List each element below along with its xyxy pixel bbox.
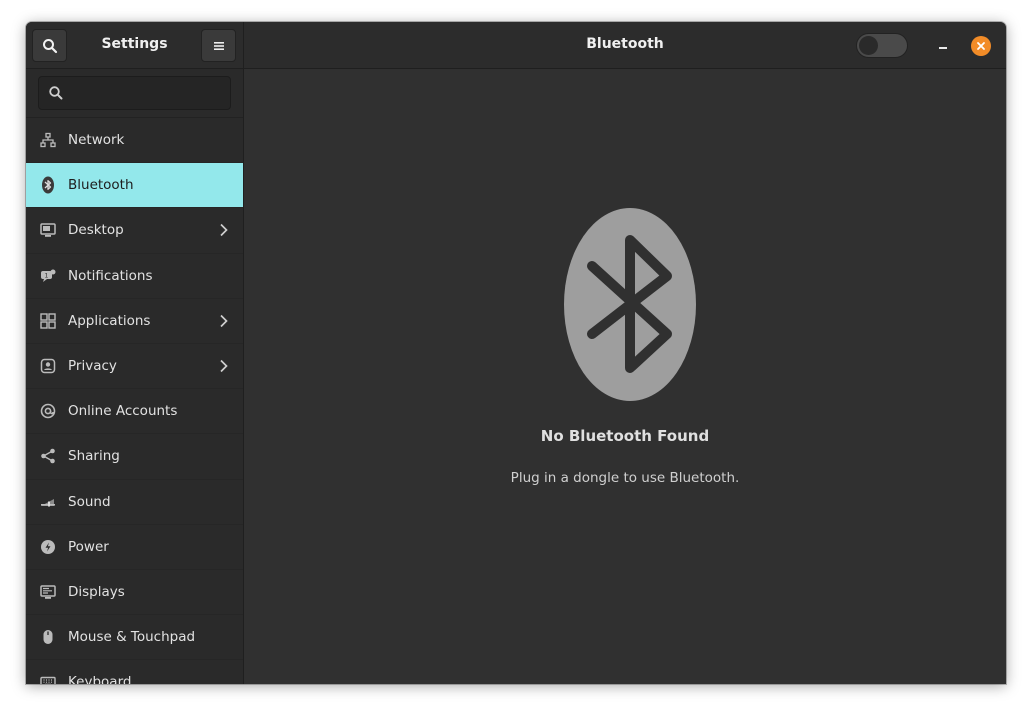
keyboard-icon bbox=[39, 673, 57, 684]
sidebar-item-displays[interactable]: Displays bbox=[26, 570, 243, 616]
bluetooth-toggle[interactable] bbox=[856, 33, 908, 58]
chevron-right-icon bbox=[220, 314, 228, 327]
desktop-icon bbox=[39, 221, 57, 239]
search-icon bbox=[42, 38, 57, 53]
sidebar-item-label: Online Accounts bbox=[68, 403, 178, 420]
chevron-right-icon bbox=[220, 359, 228, 373]
sidebar-item-label: Privacy bbox=[68, 358, 117, 375]
search-input[interactable] bbox=[71, 77, 226, 109]
search-field[interactable] bbox=[38, 76, 231, 110]
sidebar-item-notifications[interactable]: 1 Notifications bbox=[26, 254, 243, 299]
power-icon bbox=[39, 538, 57, 556]
search-icon bbox=[49, 86, 63, 100]
network-icon bbox=[39, 131, 57, 149]
display-icon bbox=[39, 583, 57, 601]
close-icon bbox=[977, 42, 985, 50]
close-button[interactable] bbox=[971, 36, 991, 56]
privacy-icon bbox=[39, 357, 57, 375]
sidebar-item-online-accounts[interactable]: Online Accounts bbox=[26, 389, 243, 435]
sidebar-item-label: Mouse & Touchpad bbox=[68, 629, 196, 646]
sidebar-item-label: Displays bbox=[68, 583, 125, 600]
chevron-right-icon bbox=[220, 224, 228, 237]
sidebar-item-sharing[interactable]: Sharing bbox=[26, 434, 243, 480]
sidebar-title: Settings bbox=[101, 36, 168, 52]
sidebar-item-label: Applications bbox=[68, 312, 151, 329]
hamburger-icon bbox=[213, 41, 224, 50]
sidebar-item-label: Keyboard bbox=[68, 674, 132, 684]
empty-state-description: Plug in a dongle to use Bluetooth. bbox=[510, 470, 740, 486]
main-header: Bluetooth bbox=[244, 22, 1006, 69]
sidebar-item-label: Power bbox=[68, 538, 109, 555]
bluetooth-large-icon bbox=[564, 208, 696, 401]
sidebar: Settings Network Bluetooth Desktop 1 Not… bbox=[26, 22, 244, 684]
sidebar-item-label: Notifications bbox=[68, 267, 153, 284]
sidebar-item-label: Network bbox=[68, 132, 125, 149]
sidebar-item-sound[interactable]: Sound bbox=[26, 480, 243, 525]
toggle-knob bbox=[859, 36, 878, 55]
sidebar-item-network[interactable]: Network bbox=[26, 118, 243, 164]
sidebar-item-mouse-touchpad[interactable]: Mouse & Touchpad bbox=[26, 615, 243, 661]
sidebar-item-bluetooth[interactable]: Bluetooth bbox=[26, 163, 243, 209]
sidebar-nav: Network Bluetooth Desktop 1 Notification… bbox=[26, 117, 243, 684]
search-button[interactable] bbox=[32, 29, 67, 62]
sidebar-item-desktop[interactable]: Desktop bbox=[26, 208, 243, 254]
at-sign-icon bbox=[39, 402, 57, 420]
sound-icon bbox=[39, 493, 57, 511]
sidebar-item-label: Sharing bbox=[68, 448, 120, 465]
svg-text:1: 1 bbox=[45, 272, 49, 279]
minimize-icon[interactable] bbox=[934, 36, 952, 54]
sidebar-item-privacy[interactable]: Privacy bbox=[26, 344, 243, 390]
sidebar-item-power[interactable]: Power bbox=[26, 525, 243, 570]
mouse-icon bbox=[39, 628, 57, 646]
menu-button[interactable] bbox=[201, 29, 236, 62]
sidebar-item-applications[interactable]: Applications bbox=[26, 299, 243, 344]
sidebar-item-label: Sound bbox=[68, 493, 111, 510]
share-icon bbox=[39, 447, 57, 465]
sidebar-item-label: Desktop bbox=[68, 222, 124, 239]
bluetooth-icon bbox=[39, 176, 57, 194]
applications-icon bbox=[39, 312, 57, 330]
empty-state-title: No Bluetooth Found bbox=[540, 427, 710, 445]
bluetooth-panel: No Bluetooth Found Plug in a dongle to u… bbox=[244, 69, 1006, 684]
notifications-icon: 1 bbox=[39, 267, 57, 285]
sidebar-item-label: Bluetooth bbox=[68, 177, 134, 194]
sidebar-header: Settings bbox=[26, 22, 243, 69]
sidebar-item-keyboard[interactable]: Keyboard bbox=[26, 660, 243, 684]
settings-window: Settings Network Bluetooth Desktop 1 Not… bbox=[26, 22, 1006, 684]
